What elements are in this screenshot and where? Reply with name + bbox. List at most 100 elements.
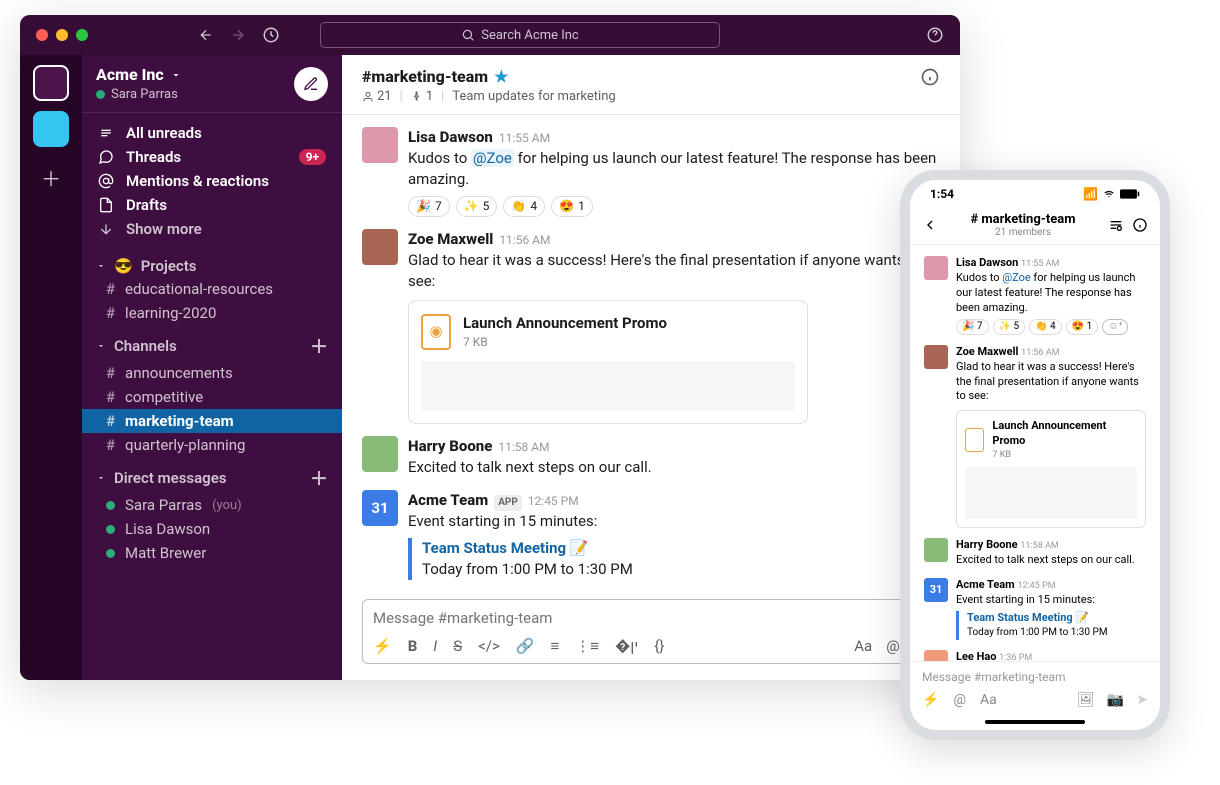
channel-name[interactable]: #marketing-team [362, 67, 488, 86]
nav-drafts[interactable]: Drafts [82, 193, 342, 217]
dm-matt brewer[interactable]: Matt Brewer [82, 541, 342, 565]
event-preview[interactable]: Team Status Meeting 📝Today from 1:00 PM … [408, 538, 940, 580]
phone-camera-icon[interactable]: 📷 [1107, 692, 1124, 708]
phone-format-icon[interactable]: Aa [980, 692, 997, 708]
workspace-1[interactable] [33, 65, 69, 101]
reaction[interactable]: 😍 1 [1066, 319, 1099, 335]
reaction[interactable]: 🎉 7 [956, 319, 989, 335]
link-icon[interactable]: 🔗 [516, 637, 535, 655]
phone-send-icon[interactable]: ➤ [1136, 692, 1148, 708]
help-icon[interactable] [926, 26, 944, 44]
phone-mention-icon[interactable]: @ [953, 692, 966, 708]
phone-back-icon[interactable] [922, 217, 938, 233]
phone-composer-input[interactable]: Message #marketing-team [922, 670, 1148, 684]
ul-icon[interactable]: ⋮≡ [575, 637, 599, 655]
sidebar-channel-announcements[interactable]: #announcements [82, 361, 342, 385]
avatar[interactable] [362, 436, 398, 472]
reaction[interactable]: 👏4 [503, 196, 545, 217]
avatar[interactable] [362, 229, 398, 265]
workspace-name: Acme Inc [96, 65, 164, 84]
add-dm-icon[interactable]: ＋ [310, 465, 328, 491]
phone-composer[interactable]: Message #marketing-team ⚡ @ Aa 🖼 📷 ➤ [910, 661, 1160, 716]
avatar[interactable] [924, 538, 948, 562]
info-icon[interactable] [920, 67, 940, 87]
pins-icon[interactable]: 1 [411, 89, 433, 104]
phone-search-icon[interactable] [1108, 217, 1124, 233]
message-text: Event starting in 15 minutes: [408, 511, 940, 532]
add-reaction[interactable]: ☺⁺ [1102, 319, 1128, 335]
back-icon[interactable] [198, 27, 214, 43]
avatar[interactable] [924, 650, 948, 661]
minimize-window[interactable] [56, 29, 68, 41]
sidebar-channel-quarterly-planning[interactable]: #quarterly-planning [82, 433, 342, 457]
message: 31Acme TeamAPP12:45 PMEvent starting in … [342, 484, 960, 586]
bold-icon[interactable]: B [408, 637, 418, 655]
avatar[interactable] [924, 256, 948, 280]
strike-icon[interactable]: S [453, 637, 462, 655]
phone-header: # marketing-team 21 members [910, 208, 1160, 245]
section-channels[interactable]: Channels＋ [82, 325, 342, 361]
nav-all-unreads[interactable]: All unreads [82, 121, 342, 145]
workspace-header[interactable]: Acme Inc Sara Parras [82, 55, 342, 113]
message-author[interactable]: Zoe Maxwell [408, 229, 493, 250]
code-icon[interactable]: </> [478, 637, 500, 655]
phone-shortcuts-icon[interactable]: ⚡ [922, 692, 939, 708]
message-author[interactable]: Acme Team [408, 490, 488, 511]
message-composer[interactable]: ⚡ B I S </> 🔗 ≡ ⋮≡ �ין {} Aa @ ☺ [362, 599, 940, 664]
message-author[interactable]: Lisa Dawson [408, 127, 493, 148]
sidebar-channel-competitive[interactable]: #competitive [82, 385, 342, 409]
star-icon[interactable]: ★ [494, 67, 508, 86]
reaction[interactable]: ✨5 [456, 196, 498, 217]
sidebar-channel-learning-2020[interactable]: #learning-2020 [82, 301, 342, 325]
calendar-icon: 31 [362, 490, 398, 526]
file-attachment[interactable]: Launch Announcement Promo7 KB [956, 410, 1146, 528]
maximize-window[interactable] [76, 29, 88, 41]
channel-topic[interactable]: Team updates for marketing [452, 89, 615, 104]
phone-members: 21 members [938, 227, 1108, 238]
members-icon[interactable]: 21 [362, 89, 392, 104]
add-workspace-icon[interactable]: ＋ [41, 163, 61, 192]
reaction[interactable]: 🎉7 [408, 196, 450, 217]
nav-threads[interactable]: Threads9+ [82, 145, 342, 169]
format-icon[interactable]: Aa [854, 637, 872, 655]
dm-lisa dawson[interactable]: Lisa Dawson [82, 517, 342, 541]
phone-attach-icon[interactable]: 🖼 [1077, 692, 1095, 708]
mention-icon[interactable]: @ [886, 637, 899, 655]
channel-header: #marketing-team★ 21 | 1 | Team updates f… [342, 55, 960, 115]
compose-button[interactable] [294, 67, 328, 101]
ol-icon[interactable]: ≡ [551, 637, 560, 655]
reaction[interactable]: 😍1 [551, 196, 593, 217]
message-author[interactable]: Harry Boone [408, 436, 492, 457]
home-indicator[interactable] [985, 720, 1085, 724]
quote-icon[interactable]: �ין [615, 637, 638, 655]
sidebar-channel-marketing-team[interactable]: #marketing-team [82, 409, 342, 433]
workspace-2[interactable] [33, 111, 69, 147]
composer-input[interactable] [373, 609, 929, 627]
nav-mentions[interactable]: Mentions & reactions [82, 169, 342, 193]
section-dms[interactable]: Direct messages＋ [82, 457, 342, 493]
forward-icon[interactable] [230, 27, 246, 43]
nav-show-more[interactable]: Show more [82, 217, 342, 241]
phone-channel-name[interactable]: # marketing-team [938, 212, 1108, 227]
add-channel-icon[interactable]: ＋ [310, 333, 328, 359]
codeblock-icon[interactable]: {} [654, 637, 664, 655]
shortcuts-icon[interactable]: ⚡ [373, 637, 392, 655]
avatar[interactable] [362, 127, 398, 163]
reaction[interactable]: 👏 4 [1029, 319, 1062, 335]
phone-time: 1:54 [930, 187, 954, 201]
nav-list: All unreads Threads9+ Mentions & reactio… [82, 113, 342, 249]
italic-icon[interactable]: I [433, 637, 437, 655]
search-input[interactable]: Search Acme Inc [320, 22, 720, 48]
sidebar-channel-educational-resources[interactable]: #educational-resources [82, 277, 342, 301]
mention[interactable]: @Zoe [471, 149, 514, 167]
section-projects[interactable]: 😎Projects [82, 249, 342, 277]
dm-sara parras[interactable]: Sara Parras(you) [82, 493, 342, 517]
file-attachment[interactable]: ◉Launch Announcement Promo7 KB [408, 300, 808, 424]
close-window[interactable] [36, 29, 48, 41]
reaction[interactable]: ✨ 5 [993, 319, 1026, 335]
event-preview[interactable]: Team Status Meeting 📝Today from 1:00 PM … [956, 611, 1146, 639]
avatar[interactable] [924, 345, 948, 369]
workspace-rail: ＋ [20, 55, 82, 680]
phone-info-icon[interactable] [1132, 217, 1148, 233]
history-icon[interactable] [262, 26, 280, 44]
